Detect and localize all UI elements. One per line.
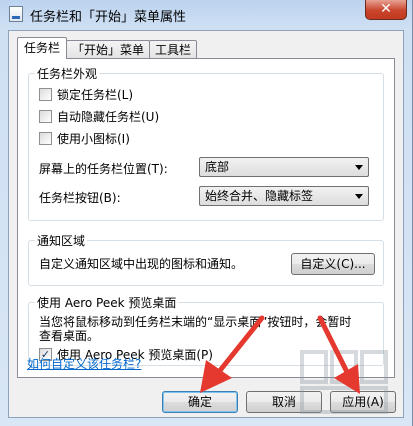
autohide-taskbar-row[interactable]: 自动隐藏任务栏(U) <box>39 108 159 125</box>
aero-peek-description-line2: 查看桌面。 <box>39 329 100 343</box>
group-title: 使用 Aero Peek 预览桌面 <box>35 294 179 311</box>
taskbar-tab-panel: 任务栏外观 锁定任务栏(L) 自动隐藏任务栏(U) 使用小图标(I) 屏幕上的任… <box>17 58 395 378</box>
taskbar-buttons-label: 任务栏按钮(B): <box>39 191 121 205</box>
notification-area-group: 通知区域 自定义通知区域中出现的图标和通知。 自定义(C)... <box>28 232 384 286</box>
small-icons-row[interactable]: 使用小图标(I) <box>39 130 130 147</box>
checkbox-label: 锁定任务栏(L) <box>57 88 134 102</box>
taskbar-appearance-group: 任务栏外观 锁定任务栏(L) 自动隐藏任务栏(U) 使用小图标(I) 屏幕上的任… <box>28 65 384 221</box>
watermark-logo <box>300 350 388 414</box>
dropdown-arrow-icon <box>355 165 363 170</box>
lock-taskbar-row[interactable]: 锁定任务栏(L) <box>39 86 133 103</box>
tab-start-menu[interactable]: 「开始」菜单 <box>66 40 151 59</box>
title-bar: 任务栏和「开始」菜单属性 ✕ <box>0 0 413 28</box>
customize-notifications-button[interactable]: 自定义(C)... <box>291 253 375 275</box>
checkbox-label: 使用小图标(I) <box>57 132 130 146</box>
selected-value: 始终合并、隐藏标签 <box>205 189 314 203</box>
group-title: 任务栏外观 <box>35 65 100 82</box>
window-title: 任务栏和「开始」菜单属性 <box>30 10 187 25</box>
small-icons-checkbox[interactable] <box>39 132 52 145</box>
lock-taskbar-checkbox[interactable] <box>39 88 52 101</box>
group-title: 通知区域 <box>35 232 88 249</box>
checkbox-label: 自动隐藏任务栏(U) <box>57 110 160 124</box>
tab-toolbars[interactable]: 工具栏 <box>149 40 198 59</box>
taskbar-properties-icon <box>9 6 23 22</box>
dropdown-arrow-icon <box>355 194 363 199</box>
tab-taskbar[interactable]: 任务栏 <box>17 37 68 59</box>
taskbar-location-label: 屏幕上的任务栏位置(T): <box>39 162 168 176</box>
autohide-taskbar-checkbox[interactable] <box>39 110 52 123</box>
ok-button[interactable]: 确定 <box>162 391 238 413</box>
close-button[interactable]: ✕ <box>365 0 407 20</box>
tab-strip: 任务栏 「开始」菜单 工具栏 <box>17 37 198 59</box>
selected-value: 底部 <box>205 160 230 174</box>
customize-taskbar-help-link[interactable]: 如何自定义该任务栏? <box>27 355 141 372</box>
notification-description: 自定义通知区域中出现的图标和通知。 <box>39 257 244 271</box>
taskbar-location-select[interactable]: 底部 <box>199 157 369 177</box>
taskbar-buttons-select[interactable]: 始终合并、隐藏标签 <box>199 186 369 206</box>
